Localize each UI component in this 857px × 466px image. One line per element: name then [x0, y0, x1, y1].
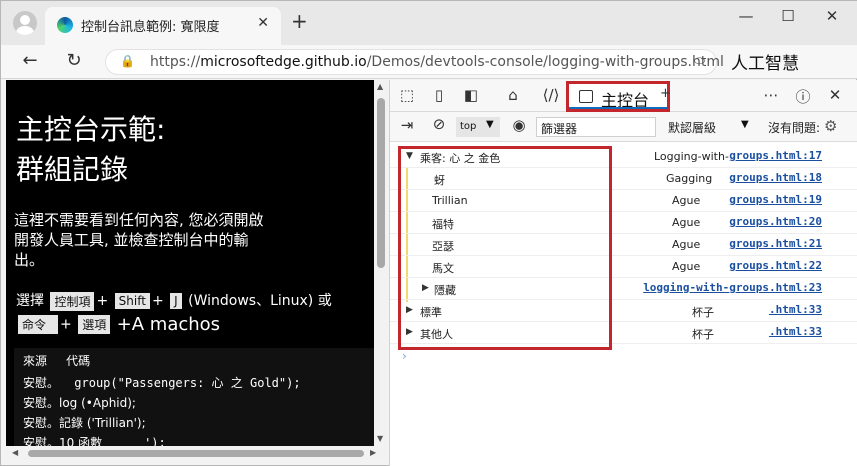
collapsed-triangle-icon[interactable]: ▶	[406, 305, 413, 315]
console-prompt[interactable]: ›	[402, 349, 407, 363]
scroll-up-icon[interactable]: ▲	[377, 82, 383, 91]
help-icon[interactable]: ⓘ	[792, 86, 814, 107]
scroll-down-icon[interactable]: ▼	[377, 434, 383, 443]
url-field[interactable]: 🔒 https://microsoftedge.github.io/Demos/…	[105, 49, 724, 75]
collapsed-triangle-icon[interactable]: ▶	[406, 327, 413, 337]
maximize-button[interactable]: ☐	[773, 7, 803, 25]
page-vertical-scrollbar[interactable]: ▲ ▼	[374, 80, 388, 446]
page-description: 這裡不需要看到任何內容, 您必須開啟開發人員工具, 並檢查控制台中的輸出。	[14, 211, 264, 269]
source-link[interactable]: groups.html:19	[729, 193, 822, 206]
shortcut-line-2: 命令 + 選項 +A machos	[16, 314, 220, 335]
device-emulation-icon[interactable]: ▯	[428, 86, 450, 104]
scrollbar-thumb[interactable]	[377, 98, 385, 268]
inspect-icon[interactable]: ⬚	[396, 86, 418, 104]
source-link[interactable]: .html:33	[769, 303, 822, 316]
welcome-home-icon[interactable]: ⌂	[502, 86, 524, 104]
address-bar: ← ↻ 🔒 https://microsoftedge.github.io/De…	[1, 45, 857, 79]
tab-strip: 控制台訊息範例: 寬限度 ✕ + — ☐ ✕	[1, 1, 857, 45]
clear-console-icon[interactable]: ⊘	[428, 115, 450, 133]
chevron-down-icon[interactable]: ▼	[741, 119, 749, 130]
code-line: 安慰。 group("Passengers: 心 之 Gold");	[23, 376, 301, 390]
page-horizontal-scrollbar[interactable]: ◀ ▶	[6, 446, 388, 460]
console-icon	[579, 90, 593, 103]
tab-title: 控制台訊息範例: 寬限度	[81, 20, 220, 35]
page-heading: 主控台示範: 群組記錄	[16, 113, 166, 186]
close-devtools-icon[interactable]: ✕	[824, 86, 846, 104]
new-tab-button[interactable]: +	[291, 9, 308, 33]
sidebar-toggle-icon[interactable]: ⇥	[396, 116, 418, 134]
console-group-header[interactable]: ▼ 乘客: 心 之 金色 Logging-with- groups.html:1…	[390, 146, 857, 168]
scroll-right-icon[interactable]: ▶	[370, 448, 376, 457]
issues-counter[interactable]: 沒有問題:	[768, 119, 820, 136]
key-shift: Shift	[114, 293, 150, 309]
source-link[interactable]: logging-with-groups.html:23	[643, 281, 822, 294]
gear-icon[interactable]: ⚙	[824, 117, 837, 135]
add-tab-icon[interactable]: +	[660, 86, 671, 101]
key-ctrl: 控制項	[50, 291, 95, 311]
log-levels-dropdown[interactable]: 默認層級	[668, 119, 716, 136]
console-message: Trillian Ague groups.html:19	[390, 190, 857, 212]
code-line: 安慰。記錄 ('Trillian');	[23, 416, 146, 430]
source-link[interactable]: groups.html:18	[729, 171, 822, 184]
filter-input[interactable]: 篩選器	[536, 117, 656, 137]
source-link[interactable]: groups.html:21	[729, 237, 822, 250]
chevron-down-icon[interactable]: ▼	[486, 119, 494, 130]
more-options-icon[interactable]: ⋯	[760, 86, 782, 104]
expanded-triangle-icon[interactable]: ▼	[406, 151, 413, 161]
source-link[interactable]: groups.html:22	[729, 259, 822, 272]
devtools-toolbar: ⬚ ▯ ◧ ⌂ ⟨/⟩ 主控台 + ⋯ ⓘ ✕	[390, 80, 857, 112]
console-filter-bar: ⇥ ⊘ top ▼ ◉ 篩選器 默認層級 ▼ 沒有問題: ⚙	[390, 112, 857, 142]
ai-button[interactable]: 人工智慧	[731, 49, 799, 74]
shortcut-line-1: 選擇 控制項 + Shift + J (Windows、Linux) 或	[16, 291, 332, 311]
console-group-header[interactable]: ▶ 標準 杯子 .html:33	[390, 300, 857, 322]
live-expression-eye-icon[interactable]: ◉	[508, 116, 530, 134]
close-window-button[interactable]: ✕	[817, 7, 847, 25]
console-group-header[interactable]: ▶ 其他人 杯子 .html:33	[390, 322, 857, 344]
source-link[interactable]: .html:33	[769, 325, 822, 338]
devtools-panel: ⬚ ▯ ◧ ⌂ ⟨/⟩ 主控台 + ⋯ ⓘ ✕ ⇥ ⊘ top ▼ ◉ 篩選器 …	[389, 80, 857, 466]
browser-window: 控制台訊息範例: 寬限度 ✕ + — ☐ ✕ ← ↻ 🔒 https://mic…	[0, 0, 857, 466]
collapsed-triangle-icon[interactable]: ▶	[422, 283, 429, 293]
console-message: 馬文 Ague groups.html:22	[390, 256, 857, 278]
code-header: 來源 代碼	[23, 354, 91, 368]
console-output: ▼ 乘客: 心 之 金色 Logging-with- groups.html:1…	[390, 142, 857, 466]
edge-favicon-icon	[57, 17, 73, 33]
scrollbar-thumb[interactable]	[28, 450, 364, 457]
source-link[interactable]: groups.html:20	[729, 215, 822, 228]
lock-icon[interactable]: 🔒	[120, 54, 135, 68]
collections-icon[interactable]: ⬭	[694, 54, 705, 69]
code-line: 安慰。log (•Aphid);	[23, 396, 136, 410]
browser-tab[interactable]: 控制台訊息範例: 寬限度 ✕	[45, 7, 281, 45]
active-tab-indicator	[569, 107, 667, 109]
code-line: 安慰。10 函數 ');	[23, 436, 166, 446]
code-sample: 來源 代碼 安慰。 group("Passengers: 心 之 Gold");…	[14, 348, 374, 446]
web-page: 主控台示範: 群組記錄 這裡不需要看到任何內容, 您必須開啟開發人員工具, 並檢…	[6, 80, 374, 446]
dock-icon[interactable]: ◧	[460, 86, 482, 104]
tab-close-icon[interactable]: ✕	[257, 15, 269, 31]
key-j: J	[170, 293, 182, 309]
console-group-header[interactable]: ▶ 隱藏 logging-with-groups.html:23	[390, 278, 857, 300]
source-link[interactable]: groups.html:17	[729, 149, 822, 162]
console-message: 亞瑟 Ague groups.html:21	[390, 234, 857, 256]
url-text[interactable]: https://microsoftedge.github.io/Demos/de…	[150, 54, 724, 70]
profile-avatar[interactable]	[13, 11, 37, 35]
console-message: 蚜 Gagging groups.html:18	[390, 168, 857, 190]
tab-console[interactable]: 主控台	[566, 81, 670, 112]
back-arrow-icon[interactable]: ←	[17, 50, 43, 71]
console-message: 福特 Ague groups.html:20	[390, 212, 857, 234]
key-cmd: 命令	[18, 315, 59, 334]
minimize-button[interactable]: —	[731, 7, 761, 25]
elements-code-icon[interactable]: ⟨/⟩	[540, 86, 562, 104]
scroll-left-icon[interactable]: ◀	[12, 448, 18, 457]
refresh-icon[interactable]: ↻	[61, 50, 87, 71]
key-option: 選項	[78, 315, 111, 334]
